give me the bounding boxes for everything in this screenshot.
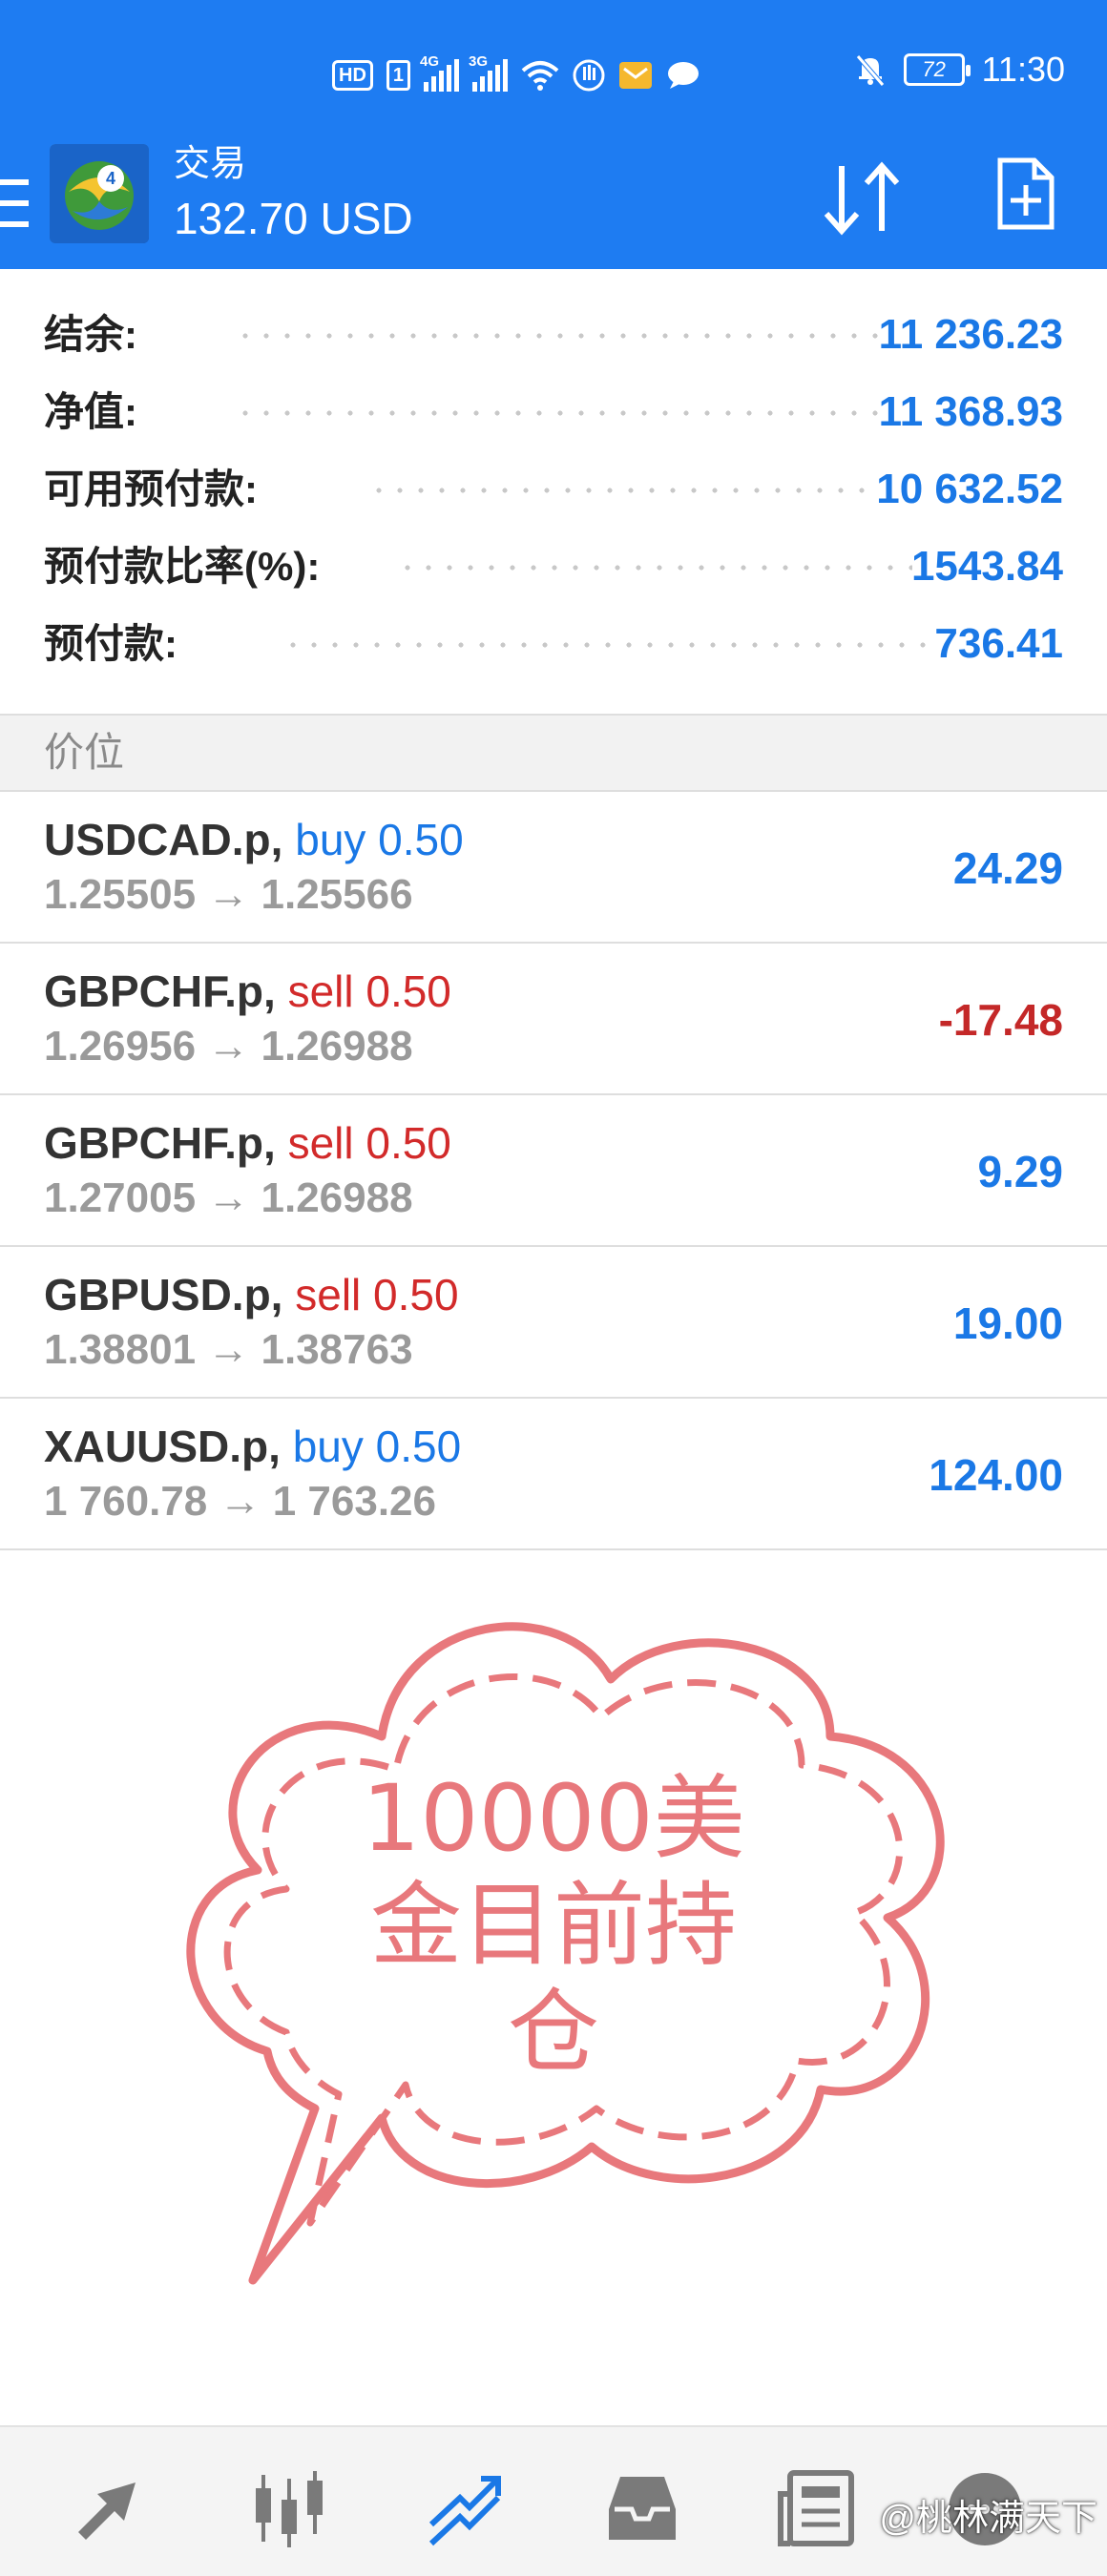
new-order-icon[interactable]	[996, 156, 1055, 231]
summary-value: 10 632.52	[876, 466, 1063, 512]
battery-icon: 72	[903, 53, 971, 86]
network-type-label-2: 3G	[469, 53, 489, 70]
bubble-line: 10000美	[362, 1765, 745, 1872]
position-symbol: GBPUSD.p,	[44, 1270, 283, 1319]
section-header-positions: 价位	[0, 714, 1107, 792]
summary-label: 净值:	[44, 389, 137, 434]
summary-row-balance: 结余: 11 236.23	[44, 297, 1063, 373]
positions-list: USDCAD.p, buy 0.50 1.25505 → 1.25566 24.…	[0, 792, 1107, 1550]
dot-leader	[235, 410, 884, 416]
trade-icon[interactable]	[424, 2465, 510, 2551]
app-header: 4 交易 132.70 USD	[0, 143, 1107, 269]
news-icon[interactable]	[775, 2465, 861, 2551]
position-prices: 1.26956 → 1.26988	[44, 1023, 413, 1070]
hand-icon	[573, 59, 605, 92]
summary-value: 11 236.23	[878, 311, 1063, 358]
position-prices: 1.27005 → 1.26988	[44, 1174, 413, 1221]
summary-value: 736.41	[934, 620, 1063, 667]
position-side: sell 0.50	[295, 1270, 459, 1319]
app-logo-icon: 4	[50, 144, 149, 243]
position-title: GBPCHF.p, sell 0.50	[44, 965, 451, 1018]
position-side: buy 0.50	[292, 1422, 462, 1471]
dot-leader	[397, 565, 912, 571]
history-icon[interactable]	[599, 2465, 685, 2551]
summary-value: 1543.84	[910, 543, 1063, 590]
position-prices: 1 760.78 → 1 763.26	[44, 1478, 436, 1525]
position-row[interactable]: GBPCHF.p, sell 0.50 1.27005 → 1.26988 9.…	[0, 1095, 1107, 1247]
summary-row-margin-level: 预付款比率(%): 1543.84	[44, 529, 1063, 605]
position-title: USDCAD.p, buy 0.50	[44, 813, 464, 866]
position-symbol: XAUUSD.p,	[44, 1422, 281, 1471]
dot-leader	[235, 333, 884, 339]
summary-row-free-margin: 可用预付款: 10 632.52	[44, 451, 1063, 528]
summary-row-margin: 预付款: 736.41	[44, 606, 1063, 682]
summary-value: 11 368.93	[878, 388, 1063, 435]
summary-label: 预付款比率(%):	[44, 544, 321, 589]
position-side: sell 0.50	[287, 966, 451, 1016]
position-profit: 19.00	[952, 1298, 1063, 1348]
summary-row-equity: 净值: 11 368.93	[44, 374, 1063, 450]
position-row[interactable]: XAUUSD.p, buy 0.50 1 760.78 → 1 763.26 1…	[0, 1399, 1107, 1550]
bubble-line: 仓	[508, 1979, 599, 2086]
position-profit: 124.00	[929, 1450, 1063, 1500]
quotes-icon[interactable]	[69, 2465, 155, 2551]
header-balance: 132.70 USD	[174, 194, 413, 243]
watermark: @桃林满天下	[879, 2499, 1097, 2539]
mute-bell-icon	[855, 54, 885, 87]
clock: 11:30	[981, 50, 1065, 89]
account-summary: 结余: 11 236.23 净值: 11 368.93 可用预付款: 10 63…	[0, 269, 1107, 714]
status-right: 72 11:30	[854, 50, 1065, 90]
position-row[interactable]: USDCAD.p, buy 0.50 1.25505 → 1.25566 24.…	[0, 792, 1107, 944]
bubble-line: 金目前持	[370, 1872, 737, 1979]
position-title: XAUUSD.p, buy 0.50	[44, 1420, 461, 1473]
wifi-icon	[521, 61, 559, 91]
summary-label: 可用预付款:	[44, 467, 258, 511]
svg-text:4: 4	[106, 169, 115, 188]
status-icons: HD 1 4G 3G	[332, 53, 700, 95]
position-symbol: GBPCHF.p,	[44, 1118, 276, 1168]
position-profit: -17.48	[938, 995, 1063, 1045]
page-title: 交易	[174, 144, 247, 184]
dot-leader	[368, 488, 865, 493]
chart-icon[interactable]	[246, 2465, 332, 2551]
position-profit: 9.29	[977, 1147, 1063, 1196]
message-icon	[668, 62, 700, 89]
summary-label: 结余:	[44, 312, 137, 357]
dot-leader	[282, 642, 931, 648]
position-row[interactable]: GBPUSD.p, sell 0.50 1.38801 → 1.38763 19…	[0, 1247, 1107, 1399]
position-row[interactable]: GBPCHF.p, sell 0.50 1.26956 → 1.26988 -1…	[0, 944, 1107, 1095]
position-title: GBPUSD.p, sell 0.50	[44, 1268, 459, 1321]
signal-icon-2: 3G	[469, 53, 509, 92]
menu-icon[interactable]	[0, 172, 32, 239]
position-title: GBPCHF.p, sell 0.50	[44, 1116, 451, 1170]
position-symbol: GBPCHF.p,	[44, 966, 276, 1016]
section-title: 价位	[44, 730, 125, 775]
position-symbol: USDCAD.p,	[44, 815, 283, 864]
position-prices: 1.25505 → 1.25566	[44, 871, 413, 918]
summary-label: 预付款:	[44, 621, 178, 666]
hd-badge: HD	[332, 60, 373, 91]
signal-icon: 4G	[420, 53, 460, 92]
status-bar: HD 1 4G 3G 72 11:30	[0, 0, 1107, 143]
network-type-label: 4G	[420, 53, 440, 70]
position-profit: 24.29	[952, 843, 1063, 893]
mail-icon	[619, 62, 653, 89]
position-prices: 1.38801 → 1.38763	[44, 1326, 413, 1373]
position-side: sell 0.50	[287, 1118, 451, 1168]
bubble-text: 10000美 金目前持 仓	[315, 1765, 792, 2086]
sort-icon[interactable]	[819, 160, 905, 237]
position-side: buy 0.50	[295, 815, 464, 864]
sim-badge: 1	[386, 60, 411, 91]
